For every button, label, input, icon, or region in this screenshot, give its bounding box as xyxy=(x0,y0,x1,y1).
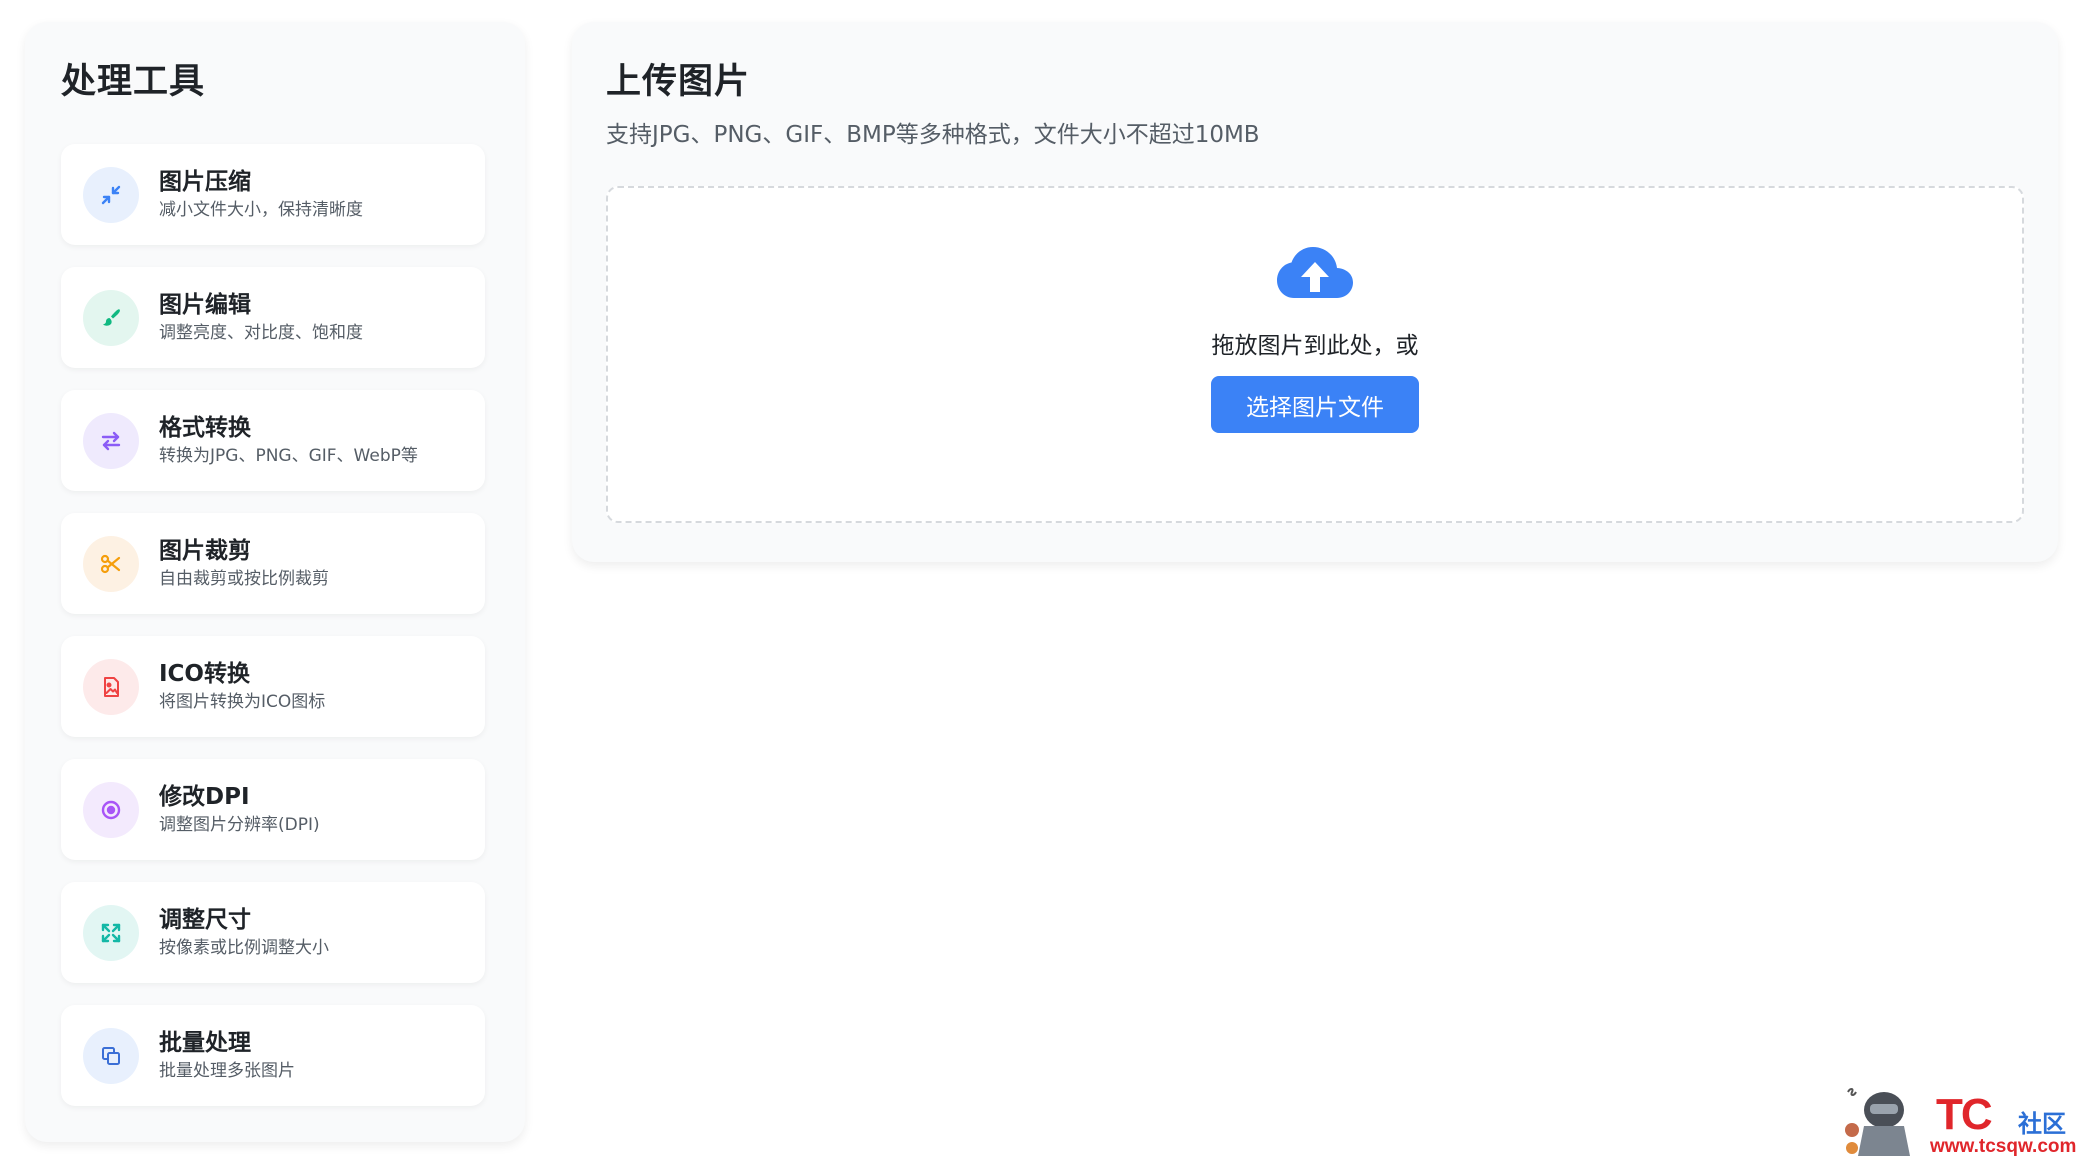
tool-name: 图片压缩 xyxy=(159,169,251,195)
tool-name: 图片裁剪 xyxy=(159,538,251,564)
mascot-icon xyxy=(1845,1088,1910,1156)
upload-card: 上传图片 支持JPG、PNG、GIF、BMP等多种格式，文件大小不超过10MB … xyxy=(572,22,2058,562)
watermark-url: www.tcsqw.com xyxy=(1930,1136,2077,1157)
watermark-logo: TC xyxy=(1936,1090,1993,1139)
tool-name: 批量处理 xyxy=(159,1030,251,1056)
tool-desc: 自由裁剪或按比例裁剪 xyxy=(159,569,329,589)
tool-list: 图片压缩 减小文件大小，保持清晰度 图片编辑 调整亮度、对比度、饱和度 格式转换… xyxy=(61,144,487,1106)
tool-desc: 调整亮度、对比度、饱和度 xyxy=(159,323,363,343)
tool-name: 修改DPI xyxy=(159,784,250,810)
tool-item-crop[interactable]: 图片裁剪 自由裁剪或按比例裁剪 xyxy=(61,513,485,614)
compress-icon xyxy=(83,166,139,223)
tool-desc: 批量处理多张图片 xyxy=(159,1061,295,1081)
copy-icon xyxy=(83,1027,139,1084)
tool-item-batch[interactable]: 批量处理 批量处理多张图片 xyxy=(61,1005,485,1106)
tool-item-ico[interactable]: ICO转换 将图片转换为ICO图标 xyxy=(61,636,485,737)
tools-sidebar: 处理工具 图片压缩 减小文件大小，保持清晰度 图片编辑 调整亮度、对比度、饱和度… xyxy=(25,22,525,1142)
tool-desc: 按像素或比例调整大小 xyxy=(159,938,329,958)
cloud-upload-icon xyxy=(1277,247,1353,298)
image-file-icon xyxy=(83,658,139,715)
drop-instruction: 拖放图片到此处，或 xyxy=(1211,333,1419,359)
tool-item-compress[interactable]: 图片压缩 减小文件大小，保持清晰度 xyxy=(61,144,485,245)
swap-icon xyxy=(83,412,139,469)
tool-item-dpi[interactable]: 修改DPI 调整图片分辨率(DPI) xyxy=(61,759,485,860)
tool-desc: 转换为JPG、PNG、GIF、WebP等 xyxy=(159,446,418,466)
app-page: 处理工具 图片压缩 减小文件大小，保持清晰度 图片编辑 调整亮度、对比度、饱和度… xyxy=(0,0,2081,1171)
upload-hint: 支持JPG、PNG、GIF、BMP等多种格式，文件大小不超过10MB xyxy=(606,122,1260,148)
tool-desc: 将图片转换为ICO图标 xyxy=(159,692,326,712)
page-title: 上传图片 xyxy=(606,62,751,102)
tool-name: 调整尺寸 xyxy=(159,907,251,933)
tool-name: 格式转换 xyxy=(159,415,251,441)
tool-name: 图片编辑 xyxy=(159,292,251,318)
scissors-icon xyxy=(83,535,139,592)
expand-icon xyxy=(83,904,139,961)
tool-item-convert[interactable]: 格式转换 转换为JPG、PNG、GIF、WebP等 xyxy=(61,390,485,491)
sidebar-title: 处理工具 xyxy=(61,62,206,102)
tool-name: ICO转换 xyxy=(159,661,250,687)
choose-file-button[interactable]: 选择图片文件 xyxy=(1211,376,1419,433)
tool-desc: 减小文件大小，保持清晰度 xyxy=(159,200,363,220)
tool-desc: 调整图片分辨率(DPI) xyxy=(159,815,320,835)
upload-dropzone[interactable]: 拖放图片到此处，或 选择图片文件 xyxy=(606,186,2024,523)
brush-icon xyxy=(83,289,139,346)
watermark-community: 社区 xyxy=(2018,1110,2066,1138)
target-icon xyxy=(83,781,139,838)
tool-item-resize[interactable]: 调整尺寸 按像素或比例调整大小 xyxy=(61,882,485,983)
site-watermark: TC 社区 www.tcsqw.com xyxy=(1838,1080,2077,1160)
tool-item-edit[interactable]: 图片编辑 调整亮度、对比度、饱和度 xyxy=(61,267,485,368)
